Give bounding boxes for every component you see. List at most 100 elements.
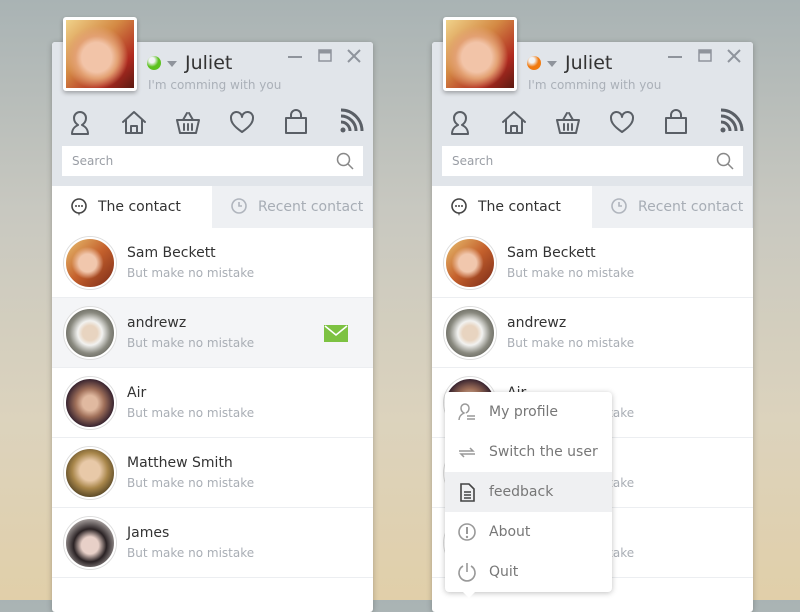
rss-icon[interactable] (336, 108, 364, 136)
menu-item-label: Switch the user (489, 444, 598, 460)
status-dropdown-caret-icon[interactable] (167, 61, 177, 72)
contact-status: But make no mistake (127, 266, 255, 280)
maximize-button[interactable] (318, 48, 332, 67)
contact-avatar (444, 306, 496, 359)
user-name: Juliet (185, 52, 233, 74)
minimize-icon (288, 56, 302, 58)
contact-avatar (444, 236, 496, 289)
tab-recent[interactable]: Recent contact (592, 186, 752, 228)
contact-name: andrewz (507, 315, 567, 331)
tab-label: Recent contact (258, 199, 364, 215)
menu-item[interactable]: Quit (445, 552, 612, 592)
maximize-icon (318, 49, 332, 62)
panel-header: Juliet I'm comming with you Search The c… (52, 17, 373, 228)
user-avatar[interactable] (63, 17, 137, 91)
contact-row[interactable]: Matthew Smith But make no mistake (52, 438, 373, 508)
menu-item[interactable]: Switch the user (445, 432, 612, 472)
contact-row[interactable]: Sam Beckett But make no mistake (52, 228, 373, 298)
contact-row[interactable]: andrewz But make no mistake (52, 298, 373, 368)
user-signature[interactable]: I'm comming with you (528, 78, 661, 92)
home-icon[interactable] (120, 108, 148, 136)
home-icon[interactable] (500, 108, 528, 136)
contact-name: James (127, 525, 170, 541)
status-dropdown-caret-icon[interactable] (547, 61, 557, 72)
menu-item-label: Quit (489, 564, 519, 580)
info-icon (458, 523, 476, 541)
contact-row[interactable]: andrewz But make no mistake (432, 298, 753, 368)
contact-status: But make no mistake (127, 336, 255, 350)
close-button[interactable] (727, 48, 741, 67)
user-name: Juliet (565, 52, 613, 74)
menu-item-label: About (489, 524, 531, 540)
contact-row[interactable]: James But make no mistake (52, 508, 373, 578)
user-icon[interactable] (446, 108, 474, 136)
contact-status: But make no mistake (127, 476, 255, 490)
contact-name: Air (127, 385, 147, 401)
search-input[interactable] (442, 146, 702, 176)
tab-recent[interactable]: Recent contact (212, 186, 372, 228)
clock-icon (611, 198, 627, 214)
menu-item[interactable]: feedback (445, 472, 612, 512)
clock-icon (231, 198, 247, 214)
contact-avatar (64, 306, 116, 359)
context-menu: My profile Switch the user feedback About Qu… (445, 392, 612, 598)
contact-row[interactable]: Sam Beckett But make no mistake (432, 228, 753, 298)
tab-contacts[interactable]: The contact (432, 186, 592, 228)
heart-icon[interactable] (608, 108, 636, 136)
status-indicator[interactable] (147, 56, 161, 70)
contact-avatar (64, 376, 116, 429)
minimize-button[interactable] (668, 48, 682, 67)
switch-icon (459, 447, 475, 458)
bag-icon[interactable] (282, 108, 310, 136)
document-icon (460, 483, 475, 502)
search-box: Search (442, 146, 743, 176)
contact-list: Sam Beckett But make no mistake andrewz … (52, 228, 373, 578)
chat-bubble-icon (451, 198, 467, 216)
maximize-button[interactable] (698, 48, 712, 67)
tab-bar: The contact Recent contact (52, 186, 373, 228)
basket-icon[interactable] (554, 108, 582, 136)
menu-item-label: feedback (489, 484, 554, 500)
search-icon[interactable] (336, 152, 354, 170)
tab-label: The contact (478, 199, 561, 215)
minimize-icon (668, 56, 682, 58)
menu-item-label: My profile (489, 404, 559, 420)
heart-icon[interactable] (228, 108, 256, 136)
toolbar (52, 108, 373, 140)
toolbar (432, 108, 753, 140)
contact-row[interactable]: Air But make no mistake (52, 368, 373, 438)
tab-label: The contact (98, 199, 181, 215)
contact-name: andrewz (127, 315, 187, 331)
close-button[interactable] (347, 48, 361, 67)
tab-contacts[interactable]: The contact (52, 186, 212, 228)
bag-icon[interactable] (662, 108, 690, 136)
contact-name: Sam Beckett (507, 245, 596, 261)
contact-avatar (64, 446, 116, 499)
close-icon (347, 49, 361, 63)
menu-item[interactable]: About (445, 512, 612, 552)
search-input[interactable] (62, 146, 322, 176)
panel-header: Juliet I'm comming with you Search The c… (432, 17, 753, 228)
user-avatar[interactable] (443, 17, 517, 91)
basket-icon[interactable] (174, 108, 202, 136)
status-indicator[interactable] (527, 56, 541, 70)
contact-status: But make no mistake (127, 546, 255, 560)
tab-label: Recent contact (638, 199, 744, 215)
contact-name: Sam Beckett (127, 245, 216, 261)
mail-icon[interactable] (324, 325, 348, 342)
menu-item[interactable]: My profile (445, 392, 612, 432)
contact-name: Matthew Smith (127, 455, 233, 471)
contact-avatar (64, 236, 116, 289)
contact-status: But make no mistake (507, 336, 635, 350)
user-signature[interactable]: I'm comming with you (148, 78, 281, 92)
contact-avatar (64, 516, 116, 569)
user-icon[interactable] (66, 108, 94, 136)
maximize-icon (698, 49, 712, 62)
contact-status: But make no mistake (507, 266, 635, 280)
search-icon[interactable] (716, 152, 734, 170)
minimize-button[interactable] (288, 48, 302, 67)
tab-bar: The contact Recent contact (432, 186, 753, 228)
power-icon (458, 563, 476, 582)
rss-icon[interactable] (716, 108, 744, 136)
search-box: Search (62, 146, 363, 176)
